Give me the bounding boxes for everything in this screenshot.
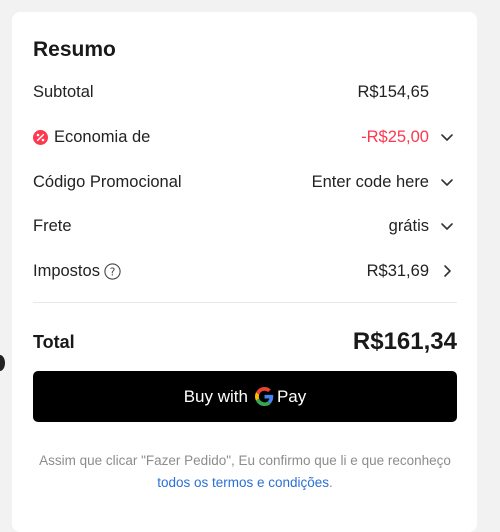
promo-code-label: Código Promocional (33, 172, 182, 191)
chevron-down-icon[interactable] (437, 127, 457, 147)
google-g-icon (254, 387, 274, 406)
subtotal-value: R$154,65 (357, 82, 429, 101)
total-value: R$161,34 (352, 328, 457, 355)
terms-link[interactable]: todos os termos e condições (157, 475, 329, 490)
promo-code-value[interactable]: Enter code here (312, 173, 429, 192)
savings-row[interactable]: Economia de -R$25,00 (33, 123, 457, 151)
subtotal-row: Subtotal R$154,65 (33, 78, 457, 106)
shipping-label: Frete (33, 216, 72, 235)
terms-notice: Assim que clicar "Fazer Pedido", Eu conf… (33, 450, 457, 494)
taxes-value: R$31,69 (366, 261, 429, 280)
shipping-row[interactable]: Frete grátis (33, 212, 457, 240)
order-summary-card: Resumo Subtotal R$154,65 Economia de -R$… (12, 12, 477, 532)
terms-end: . (329, 475, 333, 490)
summary-title: Resumo (33, 38, 116, 61)
taxes-row[interactable]: Impostos ? R$31,69 (33, 257, 457, 285)
svg-text:?: ? (110, 266, 116, 278)
buy-with-label: Buy with (183, 386, 248, 406)
discount-badge-icon (33, 129, 48, 145)
pay-label: Pay (276, 386, 307, 406)
promo-code-row[interactable]: Código Promocional Enter code here (33, 168, 457, 196)
terms-text: Assim que clicar "Fazer Pedido", Eu conf… (39, 453, 451, 468)
total-label: Total (33, 331, 75, 352)
divider (33, 302, 457, 303)
chevron-down-icon[interactable] (437, 172, 457, 192)
savings-label: Economia de (54, 127, 151, 146)
google-pay-button[interactable]: Buy with Pay (33, 371, 457, 422)
total-row: Total R$161,34 (33, 326, 457, 358)
chevron-down-icon[interactable] (437, 216, 457, 236)
question-mark-icon[interactable]: ? (104, 262, 121, 280)
taxes-label: Impostos (33, 261, 100, 280)
shipping-value: grátis (388, 216, 429, 235)
subtotal-label: Subtotal (33, 82, 94, 101)
chevron-right-icon[interactable] (437, 261, 457, 281)
savings-value: -R$25,00 (361, 127, 429, 146)
page-edge-marker (0, 355, 5, 371)
